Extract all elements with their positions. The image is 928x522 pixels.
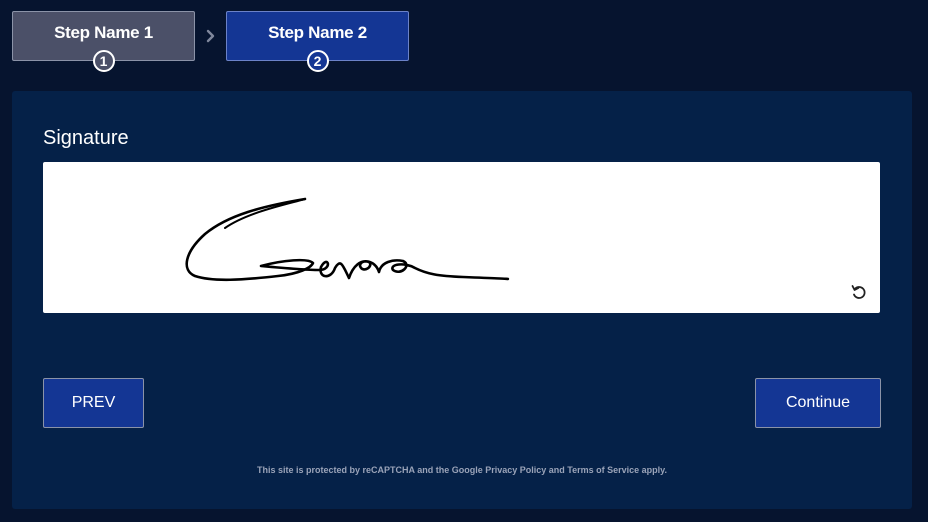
continue-button[interactable]: Continue	[755, 378, 881, 428]
step-indicator: Step Name 1 1 Step Name 2 2	[12, 11, 409, 72]
signature-label: Signature	[43, 127, 129, 149]
step-1[interactable]: Step Name 1 1	[12, 11, 195, 72]
form-panel: Signature PREV Continue This site is pro…	[12, 91, 912, 509]
prev-button[interactable]: PREV	[43, 378, 144, 428]
undo-icon[interactable]	[850, 283, 868, 301]
step-1-label: Step Name 1	[54, 23, 153, 42]
step-2-label: Step Name 2	[268, 23, 367, 42]
step-1-number-badge: 1	[92, 50, 115, 72]
chevron-right-icon	[195, 11, 226, 61]
signature-stroke	[185, 197, 510, 282]
step-2-number-badge: 2	[306, 50, 329, 72]
step-2[interactable]: Step Name 2 2	[226, 11, 409, 72]
recaptcha-notice: This site is protected by reCAPTCHA and …	[257, 465, 667, 475]
signature-pad[interactable]	[43, 162, 880, 313]
